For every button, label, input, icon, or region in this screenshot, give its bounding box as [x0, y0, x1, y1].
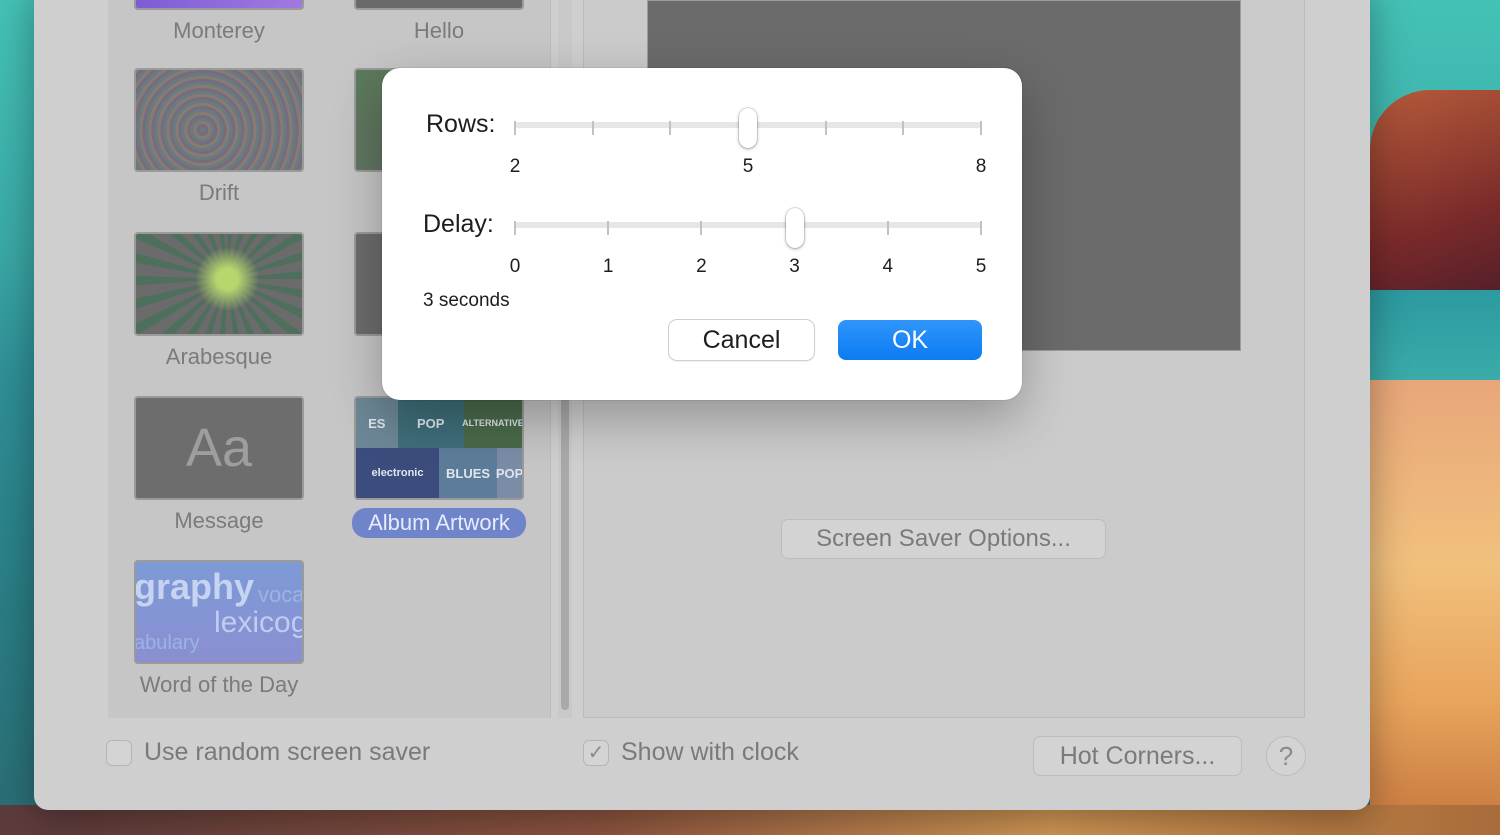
show-with-clock-checkbox[interactable]: ✓ — [583, 739, 609, 766]
delay-slider-tick — [514, 221, 516, 235]
rows-label: Rows: — [426, 110, 496, 138]
rows-slider-tick-label: 2 — [509, 156, 521, 177]
saver-label: Word of the Day — [139, 672, 299, 697]
saver-item-monterey[interactable]: Monterey — [129, 0, 309, 44]
rows-slider-knob[interactable] — [739, 108, 757, 148]
saver-label-selected: Album Artwork — [352, 508, 526, 538]
random-screen-saver-checkbox[interactable] — [106, 739, 132, 766]
delay-slider-tick-label: 2 — [696, 256, 707, 277]
ok-button[interactable]: OK — [838, 320, 982, 360]
saver-item-hello[interactable]: Hello — [349, 0, 529, 44]
word-preview-text: voca — [258, 582, 304, 607]
wallpaper-sand — [1370, 380, 1500, 835]
delay-slider-tick — [607, 221, 610, 235]
message-preview-text: Aa — [185, 418, 253, 478]
random-screen-saver-label: Use random screen saver — [144, 738, 431, 766]
album-tile: electronic — [356, 448, 439, 498]
saver-thumbnail-album-artwork: ES POP ALTERNATIVE electronic BLUES POP — [354, 396, 524, 500]
rows-slider-tick-label: 5 — [742, 156, 754, 177]
rows-slider-tick — [591, 121, 594, 135]
wallpaper-hill — [1370, 90, 1500, 310]
screen-saver-options-button[interactable]: Screen Saver Options... — [781, 519, 1106, 559]
saver-item-drift[interactable]: Drift — [129, 68, 309, 206]
album-tile: BLUES — [439, 448, 498, 498]
saver-label: Arabesque — [165, 344, 273, 369]
saver-label: Hello — [413, 18, 465, 43]
delay-slider-knob[interactable] — [785, 208, 804, 248]
rows-slider-tick — [669, 121, 672, 135]
saver-label: Monterey — [173, 18, 265, 43]
saver-label: Message — [174, 508, 264, 533]
rows-slider-tick — [514, 121, 516, 135]
album-artwork-options-dialog: Rows: 2 5 8 Delay: 0 1 2 3 4 5 3 seconds Cancel… — [382, 68, 1022, 400]
saver-thumbnail-hello — [354, 0, 524, 10]
delay-slider-tick-label: 5 — [975, 256, 987, 277]
saver-item-album-artwork[interactable]: ES POP ALTERNATIVE electronic BLUES POP … — [349, 396, 529, 538]
rows-slider-tick — [980, 121, 982, 135]
rows-slider-tick-label: 8 — [975, 156, 987, 177]
delay-value-text: 3 seconds — [423, 290, 510, 311]
delay-slider-tick-label: 3 — [789, 256, 800, 277]
delay-slider-tick-label: 1 — [602, 256, 614, 277]
delay-slider-tick-label: 4 — [882, 256, 894, 277]
saver-thumbnail-arabesque — [134, 232, 304, 336]
rows-slider-tick — [902, 121, 905, 135]
saver-item-word-of-the-day[interactable]: graphy voca lexicog abulary Word of the … — [129, 560, 309, 698]
delay-slider-tick-label: 0 — [509, 256, 521, 277]
saver-item-arabesque[interactable]: Arabesque — [129, 232, 309, 370]
saver-thumbnail-monterey — [134, 0, 304, 10]
album-tile: ES — [356, 398, 398, 448]
delay-slider-track[interactable] — [515, 222, 981, 228]
album-tile: POP — [397, 398, 464, 448]
word-preview-text: abulary — [134, 632, 200, 654]
saver-thumbnail-drift — [134, 68, 304, 172]
saver-label: Drift — [198, 180, 240, 205]
album-tile: ALTERNATIVE — [462, 398, 522, 448]
show-with-clock-label: Show with clock — [621, 738, 799, 766]
delay-slider-tick — [700, 221, 703, 235]
saver-thumbnail-word-of-the-day: graphy voca lexicog abulary — [134, 560, 304, 664]
rows-slider-tick — [824, 121, 827, 135]
word-preview-text: lexicog — [214, 606, 304, 639]
delay-slider-tick — [886, 221, 889, 235]
saver-item-message[interactable]: Aa Message — [129, 396, 309, 534]
saver-thumbnail-message: Aa — [134, 396, 304, 500]
hot-corners-button[interactable]: Hot Corners... — [1033, 736, 1242, 776]
album-tile: POP — [496, 448, 522, 498]
cancel-button[interactable]: Cancel — [669, 320, 814, 360]
delay-slider-tick — [980, 221, 982, 235]
word-preview-text: graphy — [134, 566, 255, 607]
random-screen-saver-option[interactable]: Use random screen saver — [106, 738, 430, 767]
show-with-clock-option[interactable]: ✓ Show with clock — [583, 738, 799, 767]
help-button[interactable]: ? — [1266, 736, 1306, 776]
delay-label: Delay: — [423, 210, 494, 238]
